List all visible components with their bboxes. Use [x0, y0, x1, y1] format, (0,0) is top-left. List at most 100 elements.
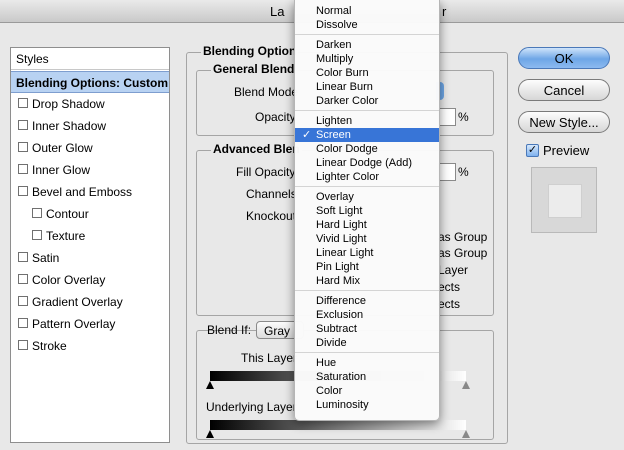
checkbox[interactable]	[18, 186, 28, 196]
style-item-inner-glow[interactable]: Inner Glow	[11, 159, 169, 181]
style-item-texture[interactable]: Texture	[11, 225, 169, 247]
ok-button[interactable]: OK	[518, 47, 610, 69]
checkmark-icon: ✓	[527, 144, 538, 156]
fill-opacity-field[interactable]	[438, 163, 456, 181]
menu-item-linear-burn[interactable]: Linear Burn	[295, 80, 439, 94]
menu-item-hard-mix[interactable]: Hard Mix	[295, 274, 439, 288]
checkbox[interactable]	[32, 208, 42, 218]
style-blending-options[interactable]: Blending Options: Custom	[11, 71, 169, 93]
blend-if-label: Blend If:	[207, 323, 252, 337]
menu-item-subtract[interactable]: Subtract	[295, 322, 439, 336]
checkbox[interactable]	[18, 120, 28, 130]
underlying-layer-gradient	[210, 420, 466, 430]
knockout-label: Knockout	[246, 209, 297, 223]
checkbox[interactable]	[18, 318, 28, 328]
underlying-white-slider[interactable]	[462, 430, 470, 438]
fill-opacity-label: Fill Opacity	[236, 165, 296, 179]
this-layer-black-slider[interactable]	[206, 381, 214, 389]
option-fragment[interactable]: ects	[438, 280, 460, 294]
this-layer-white-slider[interactable]	[462, 381, 470, 389]
menu-separator	[295, 186, 439, 187]
menu-item-label: Normal	[316, 5, 352, 17]
menu-item-dissolve[interactable]: Dissolve	[295, 18, 439, 32]
menu-item-normal[interactable]: Normal	[295, 4, 439, 18]
fill-opacity-unit: %	[458, 165, 469, 179]
menu-item-darken[interactable]: Darken	[295, 38, 439, 52]
menu-item-multiply[interactable]: Multiply	[295, 52, 439, 66]
checkbox[interactable]	[18, 296, 28, 306]
menu-item-soft-light[interactable]: Soft Light	[295, 204, 439, 218]
menu-item-linear-light[interactable]: Linear Light	[295, 246, 439, 260]
menu-item-label: Luminosity	[316, 399, 369, 411]
style-item-stroke[interactable]: Stroke	[11, 335, 169, 357]
option-fragment[interactable]: Layer	[438, 263, 468, 277]
checkbox[interactable]	[18, 252, 28, 262]
checkbox[interactable]	[18, 340, 28, 350]
menu-separator	[295, 290, 439, 291]
style-item-label: Color Overlay	[32, 273, 106, 287]
style-item-label: Inner Shadow	[32, 119, 107, 133]
style-item-label: Outer Glow	[32, 141, 93, 155]
opacity-field[interactable]	[438, 108, 456, 126]
menu-item-linear-dodge-add[interactable]: Linear Dodge (Add)	[295, 156, 439, 170]
opacity-label: Opacity	[255, 110, 296, 124]
style-item-satin[interactable]: Satin	[11, 247, 169, 269]
blend-mode-label: Blend Mode	[234, 85, 299, 99]
menu-item-label: Difference	[316, 295, 366, 307]
advanced-blending-legend: Advanced Blen	[211, 142, 302, 156]
style-item-bevel-and-emboss[interactable]: Bevel and Emboss	[11, 181, 169, 203]
menu-item-label: Exclusion	[316, 309, 364, 321]
styles-list: Styles Blending Options: Custom Drop Sha…	[10, 47, 170, 443]
style-item-outer-glow[interactable]: Outer Glow	[11, 137, 169, 159]
new-style-button[interactable]: New Style...	[518, 111, 610, 133]
style-item-inner-shadow[interactable]: Inner Shadow	[11, 115, 169, 137]
style-item-pattern-overlay[interactable]: Pattern Overlay	[11, 313, 169, 335]
menu-item-exclusion[interactable]: Exclusion	[295, 308, 439, 322]
menu-item-lighter-color[interactable]: Lighter Color	[295, 170, 439, 184]
option-fragment[interactable]: ects	[438, 297, 460, 311]
underlying-black-slider[interactable]	[206, 430, 214, 438]
menu-item-darker-color[interactable]: Darker Color	[295, 94, 439, 108]
option-fragment[interactable]: as Group	[438, 246, 487, 260]
menu-item-screen[interactable]: ✓ Screen	[295, 128, 439, 142]
menu-item-divide[interactable]: Divide	[295, 336, 439, 350]
style-item-label: Inner Glow	[32, 163, 91, 177]
menu-item-label: Overlay	[316, 191, 354, 203]
menu-item-vivid-light[interactable]: Vivid Light	[295, 232, 439, 246]
menu-item-color-dodge[interactable]: Color Dodge	[295, 142, 439, 156]
menu-item-hard-light[interactable]: Hard Light	[295, 218, 439, 232]
menu-item-overlay[interactable]: Overlay	[295, 190, 439, 204]
styles-header[interactable]: Styles	[11, 48, 169, 70]
style-blending-options-label: Blending Options: Custom	[16, 76, 168, 90]
style-item-color-overlay[interactable]: Color Overlay	[11, 269, 169, 291]
menu-item-label: Soft Light	[316, 205, 363, 217]
style-item-drop-shadow[interactable]: Drop Shadow	[11, 93, 169, 115]
checkbox[interactable]	[18, 274, 28, 284]
opacity-unit: %	[458, 110, 469, 124]
menu-item-lighten[interactable]: Lighten	[295, 114, 439, 128]
menu-item-color[interactable]: Color	[295, 384, 439, 398]
checkbox[interactable]	[18, 98, 28, 108]
menu-item-saturation[interactable]: Saturation	[295, 370, 439, 384]
style-item-label: Gradient Overlay	[32, 295, 123, 309]
menu-item-hue[interactable]: Hue	[295, 356, 439, 370]
menu-item-label: Darken	[316, 39, 352, 51]
style-item-label: Bevel and Emboss	[32, 185, 133, 199]
menu-item-label: Lighten	[316, 115, 353, 127]
option-fragment[interactable]: as Group	[438, 230, 487, 244]
new-style-button-label: New Style...	[529, 115, 599, 130]
preview-checkbox[interactable]: ✓	[526, 144, 539, 157]
style-item-gradient-overlay[interactable]: Gradient Overlay	[11, 291, 169, 313]
menu-item-pin-light[interactable]: Pin Light	[295, 260, 439, 274]
checkmark-icon: ✓	[302, 129, 312, 141]
menu-item-luminosity[interactable]: Luminosity	[295, 398, 439, 412]
menu-item-difference[interactable]: Difference	[295, 294, 439, 308]
checkbox[interactable]	[18, 164, 28, 174]
menu-item-label: Hue	[316, 357, 337, 369]
checkbox[interactable]	[32, 230, 42, 240]
menu-item-color-burn[interactable]: Color Burn	[295, 66, 439, 80]
style-item-contour[interactable]: Contour	[11, 203, 169, 225]
checkbox[interactable]	[18, 142, 28, 152]
cancel-button[interactable]: Cancel	[518, 79, 610, 101]
menu-item-label: Color Dodge	[316, 143, 378, 155]
